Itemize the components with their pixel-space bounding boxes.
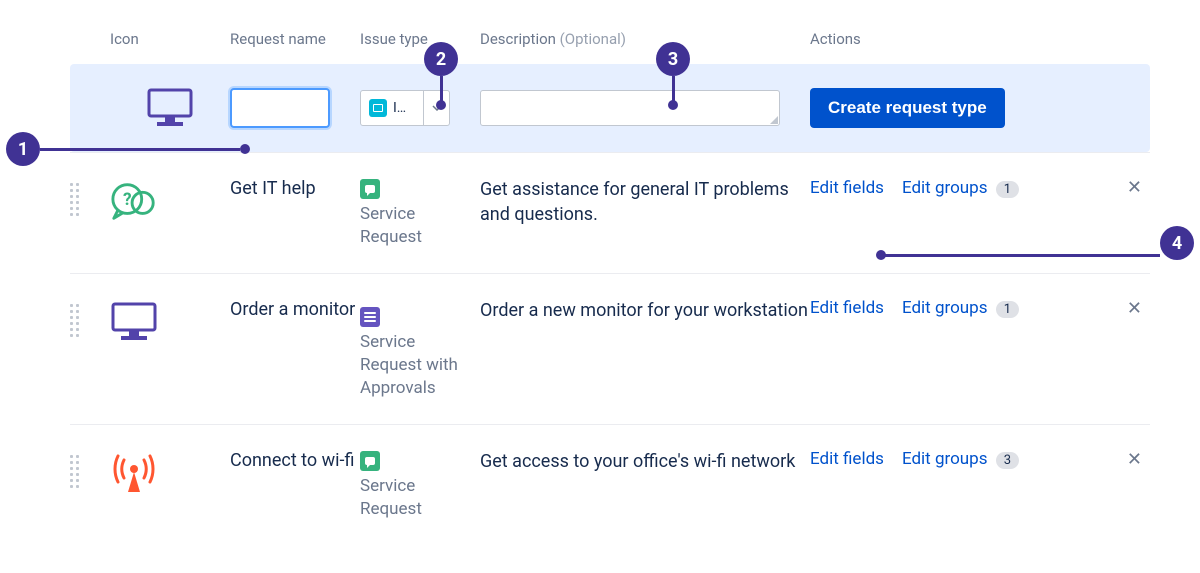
actions-cell: Edit fields Edit groups 3 ✕ <box>810 449 1150 470</box>
request-name: Connect to wi-fi <box>230 449 360 473</box>
groups-count-badge: 1 <box>996 301 1019 318</box>
edit-fields-link[interactable]: Edit fields <box>810 178 884 198</box>
actions-cell: Edit fields Edit groups 1 ✕ <box>810 177 1150 198</box>
close-icon[interactable]: ✕ <box>1127 177 1150 198</box>
edit-fields-link[interactable]: Edit fields <box>810 298 884 318</box>
callout-4: 4 <box>1160 226 1194 260</box>
monitor-icon <box>110 298 158 346</box>
col-header-description: Description (Optional) <box>480 26 810 48</box>
request-name: Order a monitor <box>230 298 360 322</box>
service-request-icon <box>360 179 380 199</box>
table-row: Order a monitor Service Request with App… <box>70 273 1150 424</box>
drag-handle-icon[interactable] <box>70 304 84 336</box>
callout-1: 1 <box>6 132 40 166</box>
request-types-table: Icon Request name Issue type Description… <box>70 26 1150 545</box>
service-request-approvals-icon <box>360 307 380 327</box>
service-request-icon <box>360 451 380 471</box>
edit-fields-link[interactable]: Edit fields <box>810 449 884 469</box>
request-name-input[interactable] <box>230 88 330 128</box>
col-header-actions: Actions <box>810 26 1150 48</box>
drag-handle-icon[interactable] <box>70 455 84 487</box>
table-row: Connect to wi-fi Service Request Get acc… <box>70 424 1150 545</box>
issue-type-icon <box>369 99 387 117</box>
actions-cell: Edit fields Edit groups 1 ✕ <box>810 298 1150 319</box>
close-icon[interactable]: ✕ <box>1127 298 1150 319</box>
edit-groups-link[interactable]: Edit groups <box>902 298 988 318</box>
edit-groups-link[interactable]: Edit groups <box>902 178 988 198</box>
create-request-row: I… Create request type <box>70 64 1150 152</box>
description: Order a new monitor for your workstation <box>480 298 810 323</box>
issue-type-cell: Service Request <box>360 177 480 249</box>
description-input[interactable] <box>480 90 780 126</box>
issue-type-cell: Service Request with Approvals <box>360 298 480 400</box>
col-header-icon: Icon <box>110 26 230 48</box>
request-name: Get IT help <box>230 177 360 201</box>
table-header: Icon Request name Issue type Description… <box>70 26 1150 64</box>
col-header-issue: Issue type <box>360 26 480 48</box>
callout-2: 2 <box>424 42 458 76</box>
issue-type-cell: Service Request <box>360 449 480 521</box>
wifi-antenna-icon <box>110 449 158 497</box>
callout-3: 3 <box>656 42 690 76</box>
col-header-name: Request name <box>230 26 360 48</box>
groups-count-badge: 1 <box>996 181 1019 198</box>
description: Get access to your office's wi-fi networ… <box>480 449 810 474</box>
create-request-type-button[interactable]: Create request type <box>810 88 1005 128</box>
close-icon[interactable]: ✕ <box>1127 449 1150 470</box>
description: Get assistance for general IT problems a… <box>480 177 810 227</box>
question-bubble-icon: ? <box>110 177 158 225</box>
edit-groups-link[interactable]: Edit groups <box>902 449 988 469</box>
svg-text:?: ? <box>123 190 132 210</box>
monitor-icon[interactable] <box>146 84 194 132</box>
groups-count-badge: 3 <box>996 452 1019 469</box>
drag-handle-icon[interactable] <box>70 183 84 215</box>
